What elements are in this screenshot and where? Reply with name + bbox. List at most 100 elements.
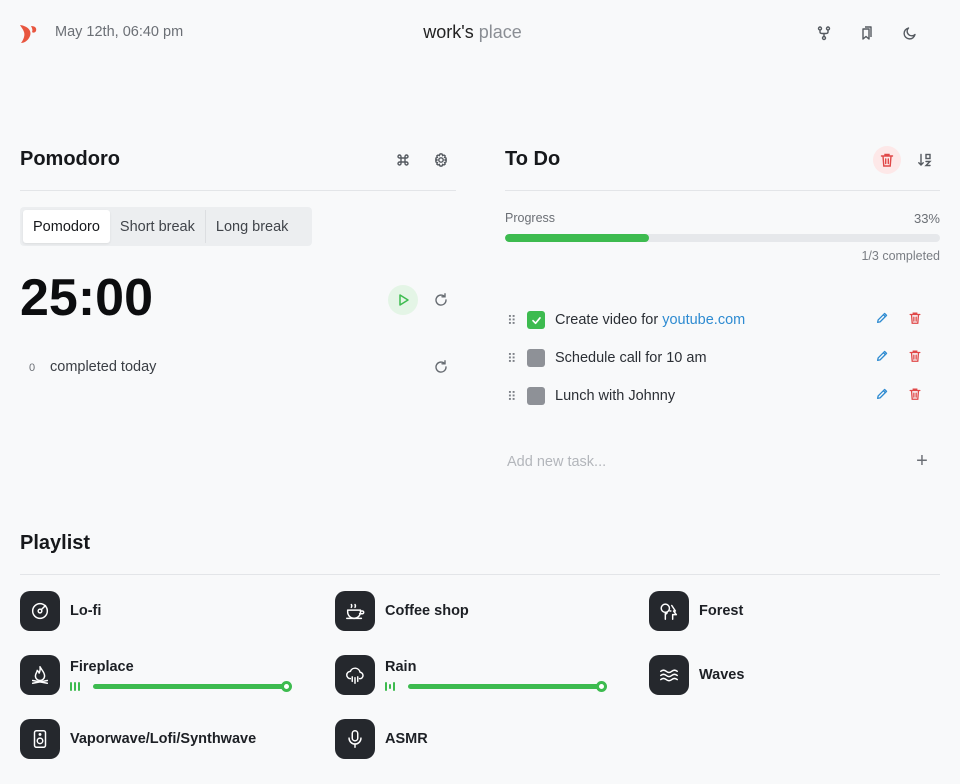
header-actions — [810, 19, 924, 47]
sound-coffee-shop[interactable]: Coffee shop — [335, 591, 469, 631]
volume-knob[interactable] — [281, 681, 292, 692]
add-task-button[interactable]: + — [912, 450, 932, 472]
moon-icon[interactable] — [896, 19, 924, 47]
refresh-icon — [435, 293, 447, 306]
progress-percent: 33% — [913, 211, 940, 226]
clear-tasks-button[interactable] — [873, 146, 901, 174]
gear-icon[interactable] — [427, 146, 455, 174]
task-item: ⠿ Lunch with Johnny — [505, 377, 940, 415]
sound-name: Vaporwave/Lofi/Synthwave — [70, 731, 257, 747]
drag-handle-icon[interactable]: ⠿ — [507, 314, 521, 327]
volume-slider[interactable] — [408, 681, 607, 692]
volume-slider[interactable] — [93, 681, 292, 692]
delete-task-button[interactable] — [905, 308, 925, 328]
sound-rain[interactable]: Rain — [335, 655, 607, 695]
timer-display: 25:00 — [20, 269, 153, 327]
reset-timer-button[interactable] — [427, 286, 455, 314]
todo-divider — [505, 190, 940, 191]
site-title-light: place — [478, 22, 522, 42]
delete-task-button[interactable] — [905, 384, 925, 404]
task-label: Create video for youtube.com — [555, 312, 745, 328]
edit-task-button[interactable] — [872, 346, 892, 366]
sound-lofi[interactable]: Lo-fi — [20, 591, 101, 631]
trash-icon — [909, 350, 921, 362]
task-label: Lunch with Johnny — [555, 388, 676, 404]
trash-icon — [880, 153, 894, 167]
completed-count: 0 — [29, 362, 36, 374]
play-icon — [399, 294, 409, 306]
sound-controls: Rain — [385, 658, 607, 692]
task-label: Schedule call for 10 am — [555, 350, 707, 366]
delete-task-button[interactable] — [905, 346, 925, 366]
flame-icon — [20, 655, 60, 695]
drag-handle-icon[interactable]: ⠿ — [507, 390, 521, 403]
coffee-icon — [335, 591, 375, 631]
play-button[interactable] — [388, 285, 418, 315]
sound-name: Lo-fi — [70, 603, 102, 619]
volume-icon — [70, 682, 84, 692]
volume-knob[interactable] — [596, 681, 607, 692]
task-checkbox-checked[interactable] — [527, 311, 545, 329]
volume-icon — [385, 682, 399, 692]
sort-button[interactable] — [911, 146, 939, 174]
sound-waves[interactable]: Waves — [649, 655, 744, 695]
progress-label: Progress — [505, 211, 556, 225]
playlist-divider — [20, 574, 940, 575]
playlist-title: Playlist — [20, 532, 91, 554]
command-icon[interactable] — [389, 146, 417, 174]
refresh-icon — [435, 360, 447, 373]
sound-forest[interactable]: Forest — [649, 591, 743, 631]
pomodoro-actions — [389, 146, 455, 174]
sound-asmr[interactable]: ASMR — [335, 719, 428, 759]
check-icon — [531, 316, 541, 324]
sort-icon — [918, 153, 932, 167]
waves-icon — [649, 655, 689, 695]
task-checkbox[interactable] — [527, 387, 545, 405]
new-task-input[interactable]: Add new task... — [507, 454, 606, 470]
speaker-icon — [20, 719, 60, 759]
progress-bar — [505, 234, 940, 242]
tab-pomodoro[interactable]: Pomodoro — [23, 210, 110, 243]
task-list: ⠿ Create video for youtube.com ⠿ Schedul… — [505, 301, 940, 415]
sound-controls: Fireplace — [70, 658, 292, 692]
pencil-icon — [876, 312, 888, 324]
drag-handle-icon[interactable]: ⠿ — [507, 352, 521, 365]
mode-tabs: Pomodoro Short break Long break — [20, 207, 312, 246]
todo-actions — [873, 146, 939, 174]
tab-short-break[interactable]: Short break — [110, 210, 206, 243]
todo-title: To Do — [505, 148, 561, 170]
sound-name: Forest — [699, 603, 744, 619]
sound-fireplace[interactable]: Fireplace — [20, 655, 292, 695]
pomodoro-divider — [20, 190, 456, 191]
sound-name: Fireplace — [70, 658, 134, 675]
tab-long-break[interactable]: Long break — [206, 210, 299, 243]
vinyl-icon — [20, 591, 60, 631]
edit-task-button[interactable] — [872, 384, 892, 404]
bookmarks-icon[interactable] — [853, 19, 881, 47]
task-checkbox[interactable] — [527, 349, 545, 367]
site-title: work's place — [0, 22, 945, 43]
trash-icon — [909, 312, 921, 324]
pencil-icon — [876, 350, 888, 362]
completed-label: completed today — [50, 359, 157, 375]
volume-row — [385, 681, 607, 692]
sound-vaporwave[interactable]: Vaporwave/Lofi/Synthwave — [20, 719, 256, 759]
reset-count-button[interactable] — [427, 353, 455, 381]
site-title-main: work's — [423, 22, 474, 42]
sound-name: Rain — [385, 658, 417, 675]
task-text: Create video for — [555, 312, 663, 328]
trees-icon — [649, 591, 689, 631]
sound-name: ASMR — [385, 731, 428, 747]
pencil-icon — [876, 388, 888, 400]
progress-fill — [505, 234, 649, 242]
task-item: ⠿ Create video for youtube.com — [505, 301, 940, 339]
sound-name: Waves — [699, 667, 745, 683]
task-link[interactable]: youtube.com — [662, 312, 745, 328]
trash-icon — [909, 388, 921, 400]
task-item: ⠿ Schedule call for 10 am — [505, 339, 940, 377]
microphone-icon — [335, 719, 375, 759]
edit-task-button[interactable] — [872, 308, 892, 328]
progress-summary: 1/3 completed — [861, 249, 940, 263]
cloud-rain-icon — [335, 655, 375, 695]
fork-icon[interactable] — [810, 19, 838, 47]
